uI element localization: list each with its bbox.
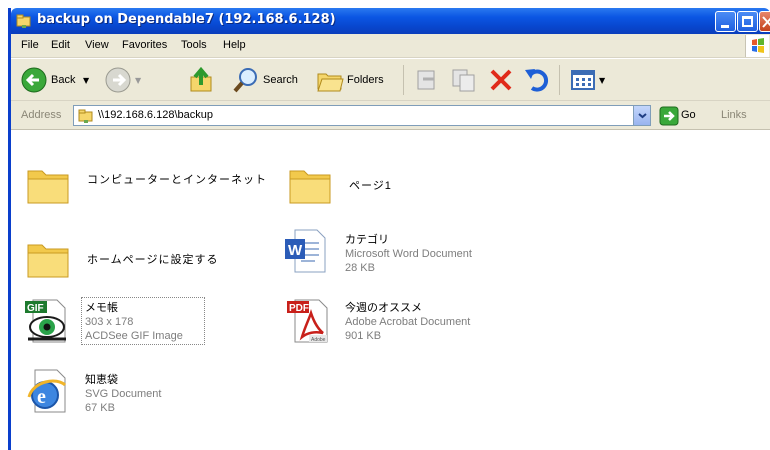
toolbar-separator xyxy=(559,65,560,95)
views-icon xyxy=(571,70,595,90)
go-label: Go xyxy=(681,109,696,121)
standard-toolbar: Back ▼ ▼ Search Folders ▼ xyxy=(11,59,770,101)
explorer-window: backup on Dependable7 (192.168.6.128) Fi… xyxy=(8,8,770,450)
links-button[interactable]: Links xyxy=(721,109,747,121)
undo-icon xyxy=(525,69,549,92)
minimize-button[interactable] xyxy=(715,11,736,32)
copy-to-button[interactable] xyxy=(448,64,480,96)
svg-text:PDF: PDF xyxy=(289,303,309,314)
list-item[interactable]: e 知恵袋 SVG Document 67 KB xyxy=(23,367,213,423)
maximize-button[interactable] xyxy=(737,11,758,32)
forward-button[interactable]: ▼ xyxy=(101,64,147,96)
acdsee-gif-icon: GIF xyxy=(25,299,66,343)
folder-icon xyxy=(27,244,69,278)
svg-text:W: W xyxy=(288,242,303,259)
toolbar-separator xyxy=(403,65,404,95)
close-icon xyxy=(762,16,770,28)
word-document-icon: W xyxy=(285,229,326,273)
folders-icon xyxy=(317,73,344,92)
close-button[interactable] xyxy=(759,11,770,32)
back-dropdown-icon[interactable]: ▼ xyxy=(83,76,89,85)
up-folder-icon xyxy=(190,66,212,92)
file-name: 知恵袋 xyxy=(85,374,118,386)
address-bar: Address \\192.168.6.128\backup Go Links xyxy=(11,101,770,130)
search-icon xyxy=(233,68,257,93)
list-item[interactable]: PDF Adobe 今週のオススメ Adobe Acrobat Document… xyxy=(285,297,505,353)
folder-icon xyxy=(27,170,69,204)
copy-to-icon xyxy=(452,69,475,92)
move-to-icon xyxy=(417,70,435,90)
svg-text:e: e xyxy=(37,386,46,408)
menu-edit[interactable]: Edit xyxy=(51,39,70,51)
address-value: \\192.168.6.128\backup xyxy=(98,109,213,121)
file-size: 28 KB xyxy=(345,262,375,274)
delete-icon xyxy=(490,69,512,91)
back-arrow-icon xyxy=(21,67,47,93)
up-button[interactable] xyxy=(186,64,218,96)
list-item[interactable]: ホームページに設定する xyxy=(25,235,275,287)
svg-text:GIF: GIF xyxy=(27,303,44,314)
menu-bar: File Edit View Favorites Tools Help xyxy=(11,34,770,58)
network-folder-icon xyxy=(78,109,93,123)
views-dropdown-icon[interactable]: ▼ xyxy=(599,76,605,85)
back-label: Back xyxy=(51,74,76,86)
undo-button[interactable] xyxy=(521,64,553,96)
pdf-document-icon: PDF Adobe xyxy=(287,299,328,343)
svg-text:Adobe: Adobe xyxy=(311,337,326,343)
menu-help[interactable]: Help xyxy=(223,39,246,51)
file-type: ACDSee GIF Image xyxy=(85,330,183,342)
forward-arrow-icon xyxy=(105,67,131,93)
file-name: コンピューターとインターネット xyxy=(87,174,267,186)
file-dimensions: 303 x 178 xyxy=(85,316,134,328)
menu-tools[interactable]: Tools xyxy=(181,39,207,51)
address-dropdown-button[interactable] xyxy=(633,106,650,125)
internet-explorer-icon: e xyxy=(27,369,67,413)
file-name: ページ1 xyxy=(349,180,392,192)
address-input[interactable]: \\192.168.6.128\backup xyxy=(73,105,651,126)
search-button[interactable]: Search xyxy=(229,64,303,96)
file-name: ホームページに設定する xyxy=(87,254,219,266)
file-type: Adobe Acrobat Document xyxy=(345,316,471,328)
file-list[interactable]: コンピューターとインターネット ページ1 ホームページに設定する W カテゴリ … xyxy=(11,131,770,450)
list-item[interactable]: ページ1 xyxy=(287,161,467,213)
file-name: 今週のオススメ xyxy=(345,302,422,314)
file-name: メモ帳 xyxy=(85,302,118,314)
file-name: カテゴリ xyxy=(345,234,389,246)
menu-view[interactable]: View xyxy=(85,39,109,51)
go-button[interactable]: Go xyxy=(659,106,705,126)
file-size: 901 KB xyxy=(345,330,382,342)
menu-favorites[interactable]: Favorites xyxy=(122,39,167,51)
chevron-down-icon xyxy=(638,113,647,119)
windows-logo-icon xyxy=(745,35,769,57)
file-type: Microsoft Word Document xyxy=(345,248,472,260)
window-title: backup on Dependable7 (192.168.6.128) xyxy=(37,12,336,27)
list-item[interactable]: W カテゴリ Microsoft Word Document 28 KB xyxy=(283,227,503,283)
menu-file[interactable]: File xyxy=(21,39,39,51)
folders-button[interactable]: Folders xyxy=(313,64,393,96)
network-folder-icon xyxy=(16,14,31,28)
title-bar[interactable]: backup on Dependable7 (192.168.6.128) xyxy=(11,8,770,34)
search-label: Search xyxy=(263,74,298,86)
file-size: 67 KB xyxy=(85,402,115,414)
folders-label: Folders xyxy=(347,74,384,86)
go-arrow-icon xyxy=(659,106,679,126)
delete-button[interactable] xyxy=(485,64,517,96)
list-item[interactable]: GIF メモ帳 303 x 178 ACDSee GIF Image xyxy=(23,297,213,353)
back-button[interactable]: Back ▼ xyxy=(17,64,93,96)
folder-icon xyxy=(289,170,331,204)
list-item[interactable]: コンピューターとインターネット xyxy=(25,161,275,213)
forward-dropdown-icon[interactable]: ▼ xyxy=(135,76,141,85)
views-button[interactable]: ▼ xyxy=(567,64,611,96)
file-type: SVG Document xyxy=(85,388,162,400)
move-to-button[interactable] xyxy=(411,64,443,96)
address-label: Address xyxy=(21,109,62,121)
